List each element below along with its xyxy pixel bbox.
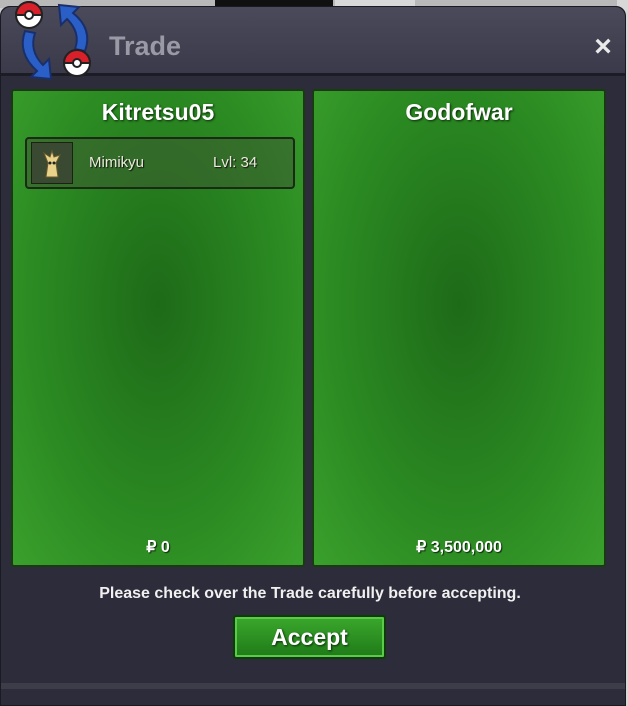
trade-pokeball-logo-icon [14,1,92,81]
trade-window: Trade × Kitretsu05 Mimikyu Lvl: 34 ₽ 0 G… [0,1,626,706]
left-money-amount: ₽ 0 [146,539,170,556]
pokemon-name: Mimikyu [89,154,144,171]
left-trade-panel: Kitretsu05 Mimikyu Lvl: 34 ₽ 0 [11,89,305,567]
accept-button[interactable]: Accept [233,615,386,659]
right-player-name: Godofwar [405,99,513,125]
trade-item-row[interactable]: Mimikyu Lvl: 34 [25,137,295,189]
mimikyu-sprite-icon [31,142,73,184]
close-icon: × [594,30,612,63]
window-title: Trade [109,31,182,61]
left-player-name: Kitretsu05 [101,99,215,125]
right-trade-panel: Godofwar ₽ 3,500,000 [312,89,606,567]
trade-notice-text: Please check over the Trade carefully be… [99,585,521,602]
right-money-amount: ₽ 3,500,000 [416,539,502,556]
close-button[interactable]: × [589,30,617,63]
window-footer-bar [1,683,625,689]
pokemon-level: Lvl: 34 [213,154,258,171]
